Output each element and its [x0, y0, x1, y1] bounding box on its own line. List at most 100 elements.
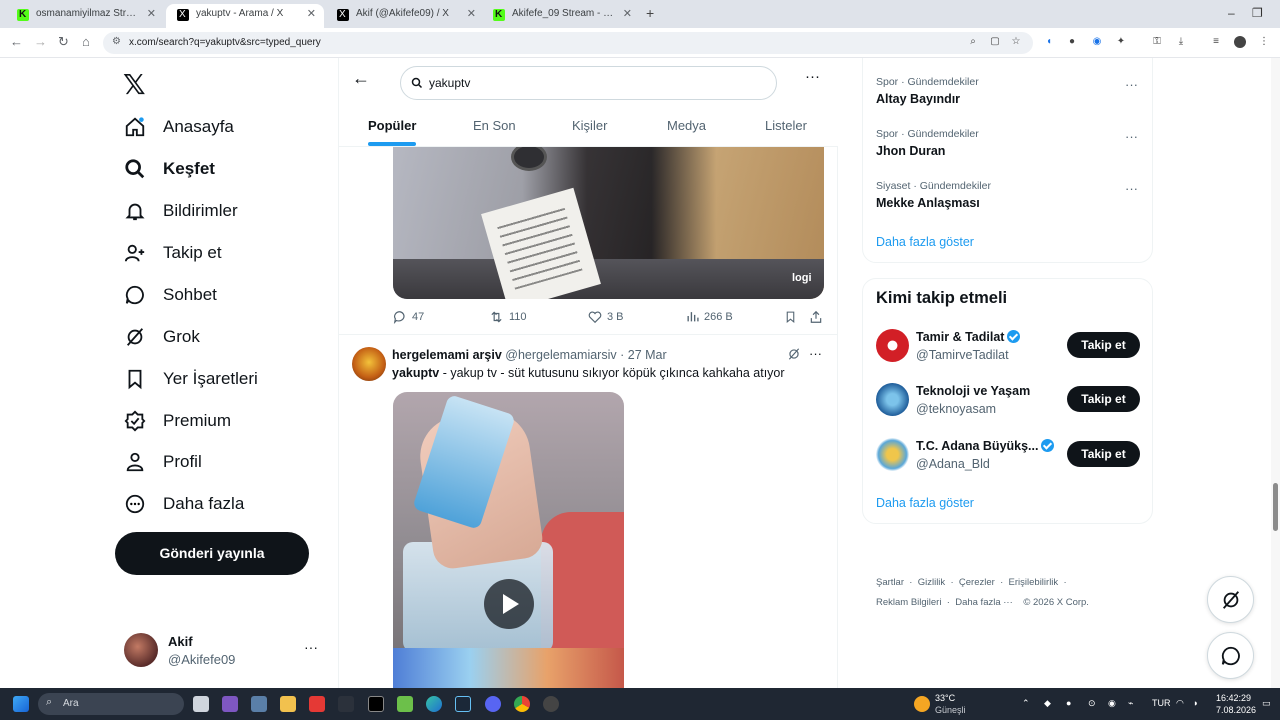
tab-close-icon[interactable]: ✕ — [147, 4, 156, 24]
youtube-icon[interactable] — [309, 696, 325, 712]
x-logo-icon[interactable]: 𝕏 — [123, 68, 146, 101]
url-field[interactable]: ⚙ x.com/search?q=yakuptv&src=typed_query — [103, 32, 1033, 54]
views-button[interactable]: 266 B — [686, 310, 733, 323]
more-dots-icon[interactable]: ··· — [1125, 181, 1138, 196]
home-icon[interactable]: ⌂ — [82, 34, 90, 49]
tab-search-icon[interactable]: ≡ — [1210, 36, 1222, 48]
restore-icon[interactable]: ❐ — [1252, 6, 1263, 20]
sidebar-item-chat[interactable]: Sohbet — [122, 277, 217, 313]
more-dots-icon[interactable]: ··· — [1125, 129, 1138, 144]
sidebar-item-notifications[interactable]: Bildirimler — [122, 193, 238, 229]
footer-link-more[interactable]: Daha fazla ··· — [955, 597, 1013, 608]
weather-sun-icon[interactable] — [914, 696, 930, 712]
tab-people[interactable]: Kişiler — [572, 118, 607, 133]
zoom-icon[interactable]: ⌕ — [967, 36, 979, 48]
grok-icon[interactable] — [787, 347, 801, 366]
install-icon[interactable]: ▢ — [989, 36, 1001, 48]
tab-lists[interactable]: Listeler — [765, 118, 807, 133]
chrome-icon[interactable] — [514, 696, 530, 712]
menu-kebab-icon[interactable]: ⋮ — [1258, 36, 1270, 48]
tweet-author-handle[interactable]: @hergelemamiarsiv — [505, 348, 616, 362]
app-icon[interactable] — [338, 696, 354, 712]
task-view-icon[interactable] — [193, 696, 209, 712]
sidebar-item-more[interactable]: Daha fazla — [122, 486, 244, 522]
browser-tab[interactable]: osmanamiyilmaz Stream - W ✕ — [6, 4, 164, 28]
back-arrow-icon[interactable]: ← — [352, 68, 370, 89]
keyboard-language[interactable]: TUR — [1152, 698, 1171, 708]
site-settings-icon[interactable]: ⚙ — [112, 36, 121, 47]
messages-fab-button[interactable] — [1207, 632, 1254, 679]
taskbar-search[interactable]: ⌕ Ara — [38, 693, 184, 715]
tray-icon[interactable]: ◉ — [1108, 698, 1116, 709]
play-icon[interactable] — [484, 579, 534, 629]
search-input[interactable]: yakuptv — [400, 66, 777, 100]
clock-date[interactable]: 7.08.2026 — [1216, 705, 1256, 715]
follow-suggestion[interactable]: Tamir & Tadilat @TamirveTadilat Takip et — [876, 329, 1146, 369]
reload-icon[interactable]: ↻ — [58, 34, 69, 50]
store-icon[interactable] — [397, 696, 413, 712]
tab-latest[interactable]: En Son — [473, 118, 516, 133]
scrollbar-thumb[interactable] — [1273, 483, 1278, 531]
tweet-date[interactable]: · 27 Mar — [620, 348, 667, 362]
discord-icon[interactable] — [485, 696, 501, 712]
edge-icon[interactable] — [426, 696, 442, 712]
x-app-icon[interactable] — [368, 696, 384, 712]
network-icon[interactable]: ⌁ — [1128, 698, 1133, 709]
steam-icon[interactable] — [455, 696, 471, 712]
sidebar-item-bookmarks[interactable]: Yer İşaretleri — [122, 361, 258, 397]
app-icon[interactable] — [222, 696, 238, 712]
trend-item[interactable]: Spor · Gündemdekiler Altay Bayındır — [876, 76, 979, 106]
reply-button[interactable]: 47 — [393, 310, 424, 324]
trend-item[interactable]: Siyaset · Gündemdekiler Mekke Anlaşması — [876, 180, 991, 210]
post-button[interactable]: Gönderi yayınla — [115, 532, 309, 575]
forward-arrow-icon[interactable]: → — [34, 34, 47, 49]
bookmark-button[interactable] — [784, 310, 802, 324]
follow-button[interactable]: Takip et — [1067, 332, 1140, 358]
tab-media[interactable]: Medya — [667, 118, 706, 133]
tray-chevron-icon[interactable]: ⌃ — [1022, 698, 1030, 709]
footer-link-terms[interactable]: Şartlar — [876, 577, 904, 588]
tray-icon[interactable]: ● — [1066, 698, 1071, 708]
follow-suggestion[interactable]: T.C. Adana Büyükş... @Adana_Bld Takip et — [876, 438, 1146, 478]
back-arrow-icon[interactable]: ← — [10, 34, 23, 49]
extension-icon[interactable]: ◉ — [1091, 36, 1103, 48]
footer-link-ads[interactable]: Reklam Bilgileri — [876, 597, 941, 608]
sidebar-item-grok[interactable]: Grok — [122, 319, 200, 355]
puzzle-icon[interactable]: ✦ — [1115, 36, 1127, 48]
tab-popular[interactable]: Popüler — [368, 118, 416, 133]
extension-icon[interactable]: ● — [1066, 36, 1078, 48]
key-icon[interactable]: ⚿ — [1151, 36, 1163, 48]
account-switcher[interactable]: Akif @Akifefe09 ··· — [124, 633, 324, 673]
sidebar-item-home[interactable]: Anasayfa — [122, 109, 234, 145]
footer-link-cookies[interactable]: Çerezler — [959, 577, 995, 588]
tweet-author-name[interactable]: hergelemami arşiv — [392, 348, 502, 362]
repost-button[interactable]: 110 — [489, 310, 527, 324]
sidebar-item-premium[interactable]: Premium — [122, 403, 231, 439]
wifi-icon[interactable]: ◠ — [1176, 698, 1184, 709]
new-tab-icon[interactable]: + — [646, 5, 654, 21]
avatar[interactable] — [352, 347, 386, 381]
more-dots-icon[interactable]: ··· — [809, 346, 822, 361]
trends-show-more-link[interactable]: Daha fazla göster — [876, 235, 974, 249]
follow-show-more-link[interactable]: Daha fazla göster — [876, 496, 974, 510]
share-button[interactable] — [809, 310, 828, 324]
like-button[interactable]: 3 B — [588, 310, 624, 324]
mic-icon[interactable]: ⊙ — [1088, 698, 1096, 709]
minimize-icon[interactable]: – — [1228, 6, 1235, 20]
more-dots-icon[interactable]: ··· — [1125, 77, 1138, 92]
tab-close-icon[interactable]: ✕ — [467, 4, 476, 24]
scrollbar[interactable] — [1271, 58, 1280, 688]
profile-avatar-icon[interactable] — [1234, 36, 1246, 48]
tweet-media-video[interactable] — [393, 392, 624, 688]
tweet[interactable]: hergelemami arşiv @hergelemamiarsiv · 27… — [339, 341, 838, 688]
star-icon[interactable]: ☆ — [1010, 36, 1022, 48]
folder-icon[interactable] — [280, 696, 296, 712]
trend-item[interactable]: Spor · Gündemdekiler Jhon Duran — [876, 128, 979, 158]
browser-tab[interactable]: Akif (@Akifefe09) / X ✕ — [326, 4, 484, 28]
clock-time[interactable]: 16:42:29 — [1216, 693, 1251, 703]
follow-button[interactable]: Takip et — [1067, 386, 1140, 412]
notification-icon[interactable]: ▭ — [1262, 698, 1271, 709]
browser-tab-active[interactable]: yakuptv - Arama / X ✕ — [166, 4, 324, 28]
tweet-media-image[interactable]: logi — [393, 147, 824, 299]
sidebar-item-follow[interactable]: Takip et — [122, 235, 222, 271]
